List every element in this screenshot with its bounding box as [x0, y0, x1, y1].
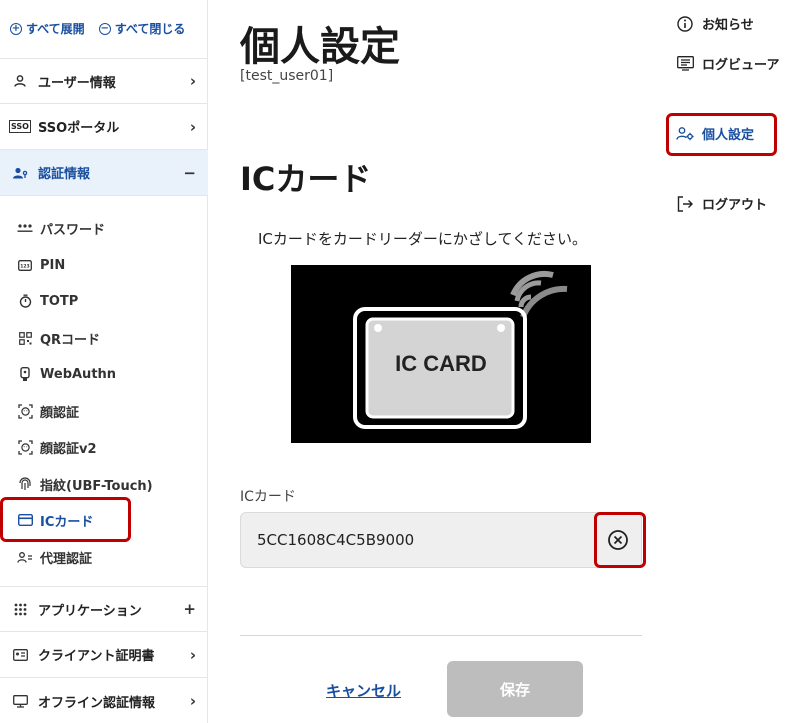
sidebar-item-offline-auth[interactable]: オフライン認証情報 › [0, 678, 208, 723]
user-settings-icon [676, 126, 694, 141]
log-viewer-link[interactable]: ログビューア [676, 54, 779, 73]
sidebar-item-sso-portal[interactable]: SSO SSOポータル › [0, 104, 208, 150]
user-settings-link[interactable]: 個人設定 [676, 124, 754, 143]
face-icon [16, 403, 34, 419]
minus-circle-icon: − [98, 22, 111, 35]
face-v2-icon [16, 439, 34, 455]
sidebar-item-label: アプリケーション [38, 603, 142, 619]
logout-icon [676, 195, 694, 212]
subitem-label: 代理認証 [40, 551, 93, 567]
clear-button[interactable] [607, 529, 629, 551]
user-id: [test_user01] [240, 68, 334, 84]
subitem-label: 顔認証 [40, 405, 80, 421]
subitem-label: 指紋(UBF-Touch) [40, 478, 153, 494]
sidebar-subitem-pin[interactable]: 123 PIN [16, 251, 196, 279]
security-key-icon [16, 366, 34, 382]
sidebar-item-auth-info[interactable]: 認証情報 − [0, 150, 208, 196]
plus-icon: + [183, 600, 196, 618]
logout-link[interactable]: ログアウト [676, 194, 767, 213]
log-viewer-icon [676, 56, 694, 71]
right-menu-label: お知らせ [702, 18, 754, 33]
sidebar-item-applications[interactable]: アプリケーション + [0, 586, 208, 632]
sidebar: + すべて展開 − すべて閉じる ユーザー情報 › SSO SSOポータル › … [0, 0, 208, 723]
page-title: 個人設定 [240, 24, 400, 70]
sidebar-subitem-face[interactable]: 顔認証 [16, 397, 196, 425]
right-menu-label: ログアウト [702, 198, 768, 213]
sso-badge: SSO [9, 120, 31, 133]
collapse-all-label: すべて閉じる [114, 22, 186, 36]
password-icon [16, 223, 34, 233]
stopwatch-icon [16, 294, 34, 308]
sidebar-subitem-webauthn[interactable]: WebAuthn [16, 360, 196, 388]
subitem-label: TOTP [40, 293, 79, 309]
qr-icon [16, 331, 34, 345]
main-content: 個人設定 [test_user01] ICカード ICカードをカードリーダーにか… [208, 0, 658, 723]
section-title: ICカード [240, 160, 372, 198]
minus-icon: − [183, 163, 196, 182]
sso-icon: SSO [9, 120, 31, 133]
sidebar-item-label: クライアント証明書 [38, 649, 155, 664]
card-image-text: IC CARD [395, 351, 487, 376]
apps-grid-icon [10, 603, 30, 616]
chevron-right-icon: › [189, 72, 196, 90]
right-menu-label: ログビューア [702, 58, 780, 73]
sidebar-subitem-ic-card[interactable]: ICカード [16, 506, 196, 534]
info-icon [676, 15, 694, 32]
ic-card-value: 5CC1608C4C5B9000 [257, 531, 415, 549]
user-icon [10, 74, 30, 88]
proxy-user-icon [16, 551, 34, 564]
cancel-link[interactable]: キャンセル [326, 680, 401, 701]
sidebar-item-client-cert[interactable]: クライアント証明書 › [0, 632, 208, 678]
collapse-all-button[interactable]: − すべて閉じる [98, 20, 186, 37]
instruction-text: ICカードをカードリーダーにかざしてください。 [258, 230, 587, 248]
expand-all-button[interactable]: + すべて展開 [10, 20, 85, 37]
ic-card-field: 5CC1608C4C5B9000 [240, 512, 642, 568]
sidebar-item-label: 認証情報 [38, 167, 91, 182]
chevron-right-icon: › [189, 645, 196, 664]
sidebar-item-label: SSOポータル [38, 121, 120, 136]
ic-card-field-label: ICカード [240, 489, 296, 505]
clear-circle-x-icon [608, 530, 628, 550]
sidebar-item-label: ユーザー情報 [38, 75, 116, 91]
divider [240, 635, 642, 636]
sidebar-item-user-info[interactable]: ユーザー情報 › [0, 58, 208, 104]
expand-collapse-row: + すべて展開 − すべて閉じる [10, 20, 185, 37]
sidebar-subitem-totp[interactable]: TOTP [16, 287, 196, 315]
user-key-icon [10, 166, 30, 180]
subitem-label: QRコード [40, 332, 101, 348]
pin-icon: 123 [16, 259, 34, 271]
expand-all-label: すべて展開 [26, 22, 85, 36]
offline-monitor-icon [10, 694, 30, 708]
sidebar-subitem-proxy[interactable]: 代理認証 [16, 543, 196, 571]
subitem-label: WebAuthn [40, 366, 117, 382]
subitem-label: ICカード [40, 514, 94, 530]
sidebar-subitem-face-v2[interactable]: 顔認証v2 [16, 433, 196, 461]
sidebar-subitem-fingerprint[interactable]: 指紋(UBF-Touch) [16, 470, 196, 498]
sidebar-subitem-qr[interactable]: QRコード [16, 324, 196, 352]
subitem-label: パスワード [40, 222, 106, 238]
right-menu-label: 個人設定 [702, 128, 755, 143]
sidebar-subitem-password[interactable]: パスワード [16, 214, 196, 242]
sidebar-item-label: オフライン認証情報 [38, 695, 156, 711]
card-icon [16, 514, 34, 526]
chevron-right-icon: › [189, 692, 196, 710]
notifications-link[interactable]: お知らせ [676, 14, 754, 33]
plus-circle-icon: + [10, 22, 22, 35]
ic-card-illustration: IC CARD [291, 265, 591, 443]
svg-text:123: 123 [20, 263, 29, 269]
subitem-label: PIN [40, 257, 66, 273]
chevron-right-icon: › [189, 117, 196, 136]
subitem-label: 顔認証v2 [40, 441, 97, 457]
fingerprint-icon [16, 476, 34, 492]
save-button[interactable]: 保存 [447, 661, 583, 717]
id-card-icon [10, 648, 30, 661]
